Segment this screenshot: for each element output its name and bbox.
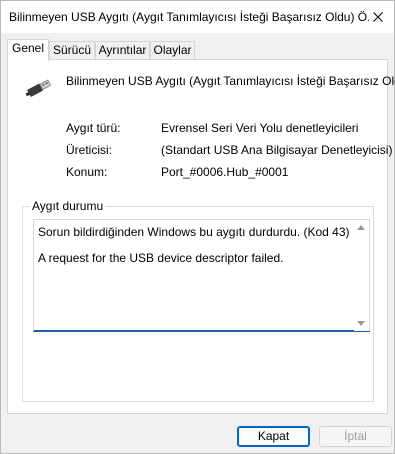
tab-general[interactable]: Genel bbox=[7, 39, 49, 61]
device-name: Bilinmeyen USB Aygıtı (Aygıt Tanımlayıcı… bbox=[66, 74, 395, 88]
cancel-button[interactable]: İptal bbox=[319, 426, 392, 447]
tab-driver[interactable]: Sürücü bbox=[49, 41, 95, 60]
close-button[interactable] bbox=[362, 1, 394, 33]
scroll-up-icon[interactable] bbox=[357, 225, 365, 230]
location-value: Port_#0006.Hub_#0001 bbox=[161, 165, 289, 179]
close-icon bbox=[373, 12, 383, 22]
location-label: Konum: bbox=[66, 165, 108, 179]
usb-device-icon bbox=[25, 79, 52, 97]
device-status-label: Aygıt durumu bbox=[30, 199, 106, 213]
tab-events[interactable]: Olaylar bbox=[150, 41, 195, 60]
device-type-value: Evrensel Seri Veri Yolu denetleyicileri bbox=[161, 121, 359, 135]
general-tab-panel: Bilinmeyen USB Aygıtı (Aygıt Tanımlayıcı… bbox=[7, 59, 395, 414]
device-type-label: Aygıt türü: bbox=[66, 121, 121, 135]
manufacturer-value: (Standart USB Ana Bilgisayar Denetleyici… bbox=[161, 143, 393, 157]
device-properties-dialog: Bilinmeyen USB Aygıtı (Aygıt Tanımlayıcı… bbox=[0, 0, 395, 454]
status-line-2: A request for the USB device descriptor … bbox=[38, 251, 284, 265]
window-title: Bilinmeyen USB Aygıtı (Aygıt Tanımlayıcı… bbox=[9, 10, 369, 24]
device-status-textbox[interactable]: Sorun bildirdiğinden Windows bu aygıtı d… bbox=[33, 219, 370, 332]
status-scrollbar[interactable] bbox=[354, 220, 369, 331]
device-status-group: Aygıt durumu Sorun bildirdiğinden Window… bbox=[22, 199, 374, 402]
manufacturer-label: Üreticisi: bbox=[66, 143, 113, 157]
close-dialog-button[interactable]: Kapat bbox=[237, 426, 310, 447]
status-line-1: Sorun bildirdiğinden Windows bu aygıtı d… bbox=[38, 225, 350, 239]
title-bar: Bilinmeyen USB Aygıtı (Aygıt Tanımlayıcı… bbox=[1, 1, 394, 33]
tab-strip: Genel Sürücü Ayrıntılar Olaylar bbox=[7, 39, 387, 61]
scroll-down-icon[interactable] bbox=[357, 321, 365, 326]
tab-details[interactable]: Ayrıntılar bbox=[95, 41, 150, 60]
